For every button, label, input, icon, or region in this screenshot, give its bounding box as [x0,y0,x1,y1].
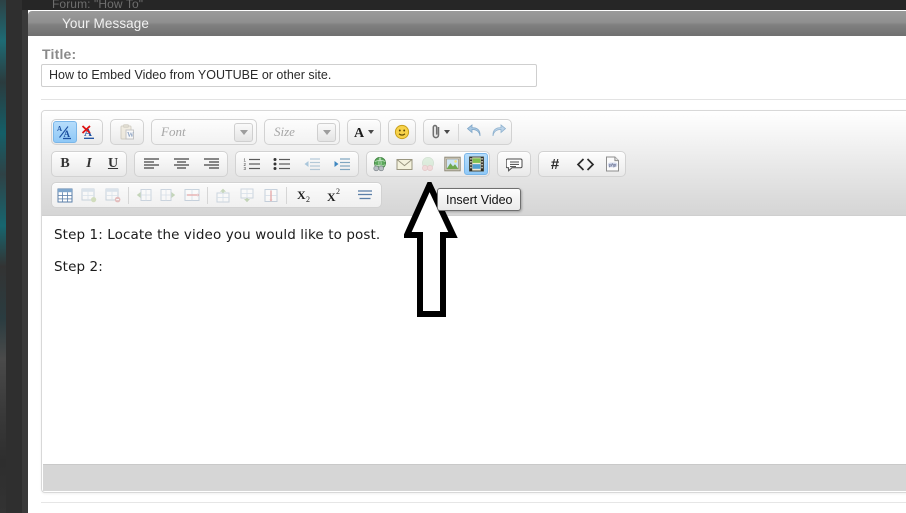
superscript-icon[interactable]: X 2 [320,184,350,206]
indent-icon[interactable] [327,153,357,175]
redo-icon[interactable] [486,121,510,143]
rich-text-editor: A A A W Font Size A B I U 1 2 3 # php X … [41,110,906,493]
horizontal-rule-icon[interactable] [350,184,380,206]
wysiwyg-toggle-icon[interactable]: A A [53,121,77,143]
footer-divider [41,502,906,503]
toolbar-group-quote [497,151,531,177]
tooltip: Insert Video [437,188,522,211]
font-select[interactable]: Font [151,119,257,145]
code-icon[interactable] [570,153,600,175]
toolbar-row-2: B I U 1 2 3 # php [51,151,633,177]
toolbar-group-attach-history [423,119,512,145]
title-label: Title: [42,46,77,62]
quote-icon[interactable] [499,153,529,175]
bold-icon[interactable]: B [53,153,77,175]
editor-content-area[interactable]: Step 1: Locate the video you would like … [42,216,906,462]
toolbar-row-3: X 2 X 2 [51,182,389,208]
delete-table-icon[interactable] [101,184,125,206]
toolbar-group-smiley [388,119,416,145]
section-divider [41,99,906,100]
font-select-label: Font [161,124,186,139]
screenshot-root: Forum: "How To" Your Message Title: A A [0,0,906,513]
chevron-down-icon [317,122,336,142]
breadcrumb: Forum: "How To" [52,0,144,11]
insert-column-right-icon[interactable] [156,184,180,206]
page-left-gutter [6,0,22,513]
svg-text:W: W [127,131,134,139]
insert-link-icon[interactable] [368,153,392,175]
panel-header-label: Your Message [62,16,150,31]
toolbar-group-lists: 1 2 3 [235,151,359,177]
panel-header: Your Message [28,11,906,36]
svg-text:X: X [327,190,336,203]
align-left-icon[interactable] [136,153,166,175]
numbered-list-icon[interactable]: 1 2 3 [237,153,267,175]
size-select[interactable]: Size [264,119,340,145]
toolbar-separator [458,123,459,141]
table-properties-icon[interactable] [77,184,101,206]
php-icon[interactable]: php [600,153,624,175]
toolbar-group-paste: W [110,119,144,145]
tooltip-label: Insert Video [446,192,513,207]
svg-text:A: A [57,125,62,133]
bulleted-list-icon[interactable] [267,153,297,175]
remove-format-icon[interactable]: A [77,121,101,143]
toolbar-row-1: A A A W Font Size A [51,119,519,145]
smiley-icon[interactable] [390,121,414,143]
insert-column-left-icon[interactable] [132,184,156,206]
toolbar-separator [128,186,129,204]
paste-from-word-icon[interactable]: W [112,121,142,143]
toolbar-group-insert [366,151,490,177]
svg-text:3: 3 [244,166,247,171]
insert-video-icon[interactable] [464,153,488,175]
toolbar-group-mode: A A A [51,119,103,145]
subscript-icon[interactable]: X 2 [290,184,320,206]
outdent-icon[interactable] [297,153,327,175]
hash-icon[interactable]: # [540,153,570,175]
svg-text:X: X [297,188,306,202]
attachment-icon[interactable] [425,121,455,143]
svg-text:2: 2 [306,195,310,203]
delete-row-icon[interactable] [259,184,283,206]
svg-text:2: 2 [336,187,340,196]
content-line: Step 2: [54,259,103,275]
size-select-label: Size [274,124,295,139]
align-right-icon[interactable] [196,153,226,175]
title-input[interactable] [41,64,537,87]
text-color-icon[interactable]: A [349,121,379,143]
delete-column-icon[interactable] [180,184,204,206]
toolbar-separator [207,186,208,204]
unlink-icon[interactable] [416,153,440,175]
underline-icon[interactable]: U [101,153,125,175]
insert-table-icon[interactable] [53,184,77,206]
toolbar-separator [286,186,287,204]
insert-row-above-icon[interactable] [211,184,235,206]
toolbar-group-align [134,151,228,177]
insert-email-icon[interactable] [392,153,416,175]
svg-text:php: php [608,162,617,167]
italic-icon[interactable]: I [77,153,101,175]
insert-row-below-icon[interactable] [235,184,259,206]
svg-text:A: A [63,129,70,139]
content-blank-line [54,246,906,256]
toolbar-group-style: B I U [51,151,127,177]
toolbar-group-color: A [347,119,381,145]
undo-icon[interactable] [462,121,486,143]
toolbar-group-table: X 2 X 2 [51,182,382,208]
align-center-icon[interactable] [166,153,196,175]
editor-statusbar [43,464,906,491]
content-line: Step 1: Locate the video you would like … [54,227,381,243]
toolbar-group-code: # php [538,151,626,177]
insert-image-icon[interactable] [440,153,464,175]
top-dark-bar: Forum: "How To" [22,0,906,11]
svg-text:A: A [354,126,365,140]
chevron-down-icon [234,122,253,142]
